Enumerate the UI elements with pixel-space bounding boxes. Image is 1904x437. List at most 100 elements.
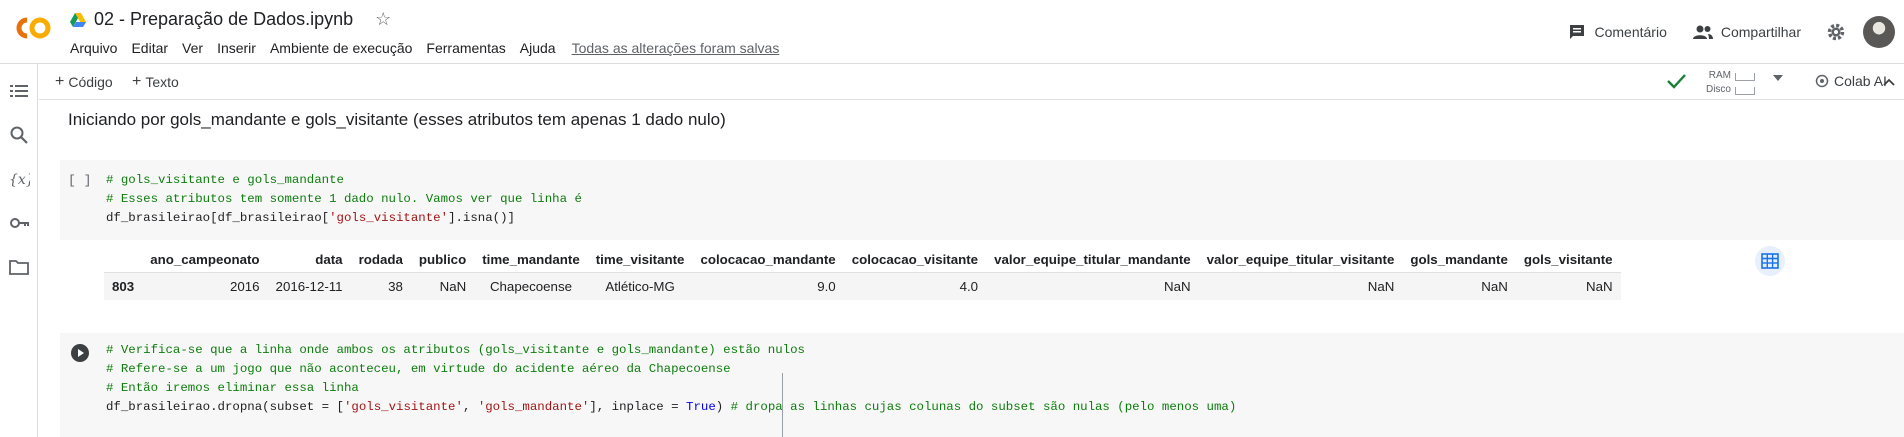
text-cursor <box>782 373 783 437</box>
column-header <box>104 248 143 273</box>
table-cell: 2016-12-11 <box>267 272 351 300</box>
ram-usage-bar <box>1735 73 1755 81</box>
variables-icon[interactable]: {x} <box>8 168 30 190</box>
code-token: ) <box>715 400 731 414</box>
colab-ai-label: Colab AI <box>1834 73 1887 89</box>
colab-ai-button[interactable]: Colab AI <box>1815 73 1887 89</box>
share-label: Compartilhar <box>1720 24 1801 40</box>
table-row: 803 2016 2016-12-11 38 NaN Chapecoense A… <box>104 272 1621 300</box>
code-line: # Verifica-se que a linha onde ambos os … <box>106 343 805 357</box>
column-header: time_visitante <box>587 248 693 273</box>
menu-item-ver[interactable]: Ver <box>182 40 203 56</box>
column-header: valor_equipe_titular_visitante <box>1198 248 1403 273</box>
execution-indicator[interactable]: [ ] <box>68 173 91 188</box>
google-drive-icon[interactable] <box>70 12 86 27</box>
code-token: ].isna()] <box>448 211 515 225</box>
plus-icon: + <box>55 73 65 90</box>
column-header: ano_campeonato <box>142 248 268 273</box>
svg-text:{x}: {x} <box>9 172 30 188</box>
table-cell: 4.0 <box>843 272 987 300</box>
code-line: # gols_visitante e gols_mandante <box>106 173 344 187</box>
row-index: 803 <box>104 272 143 300</box>
plus-icon: + <box>132 73 142 90</box>
code-cell-2[interactable]: # Verifica-se que a linha onde ambos os … <box>60 333 1904 437</box>
top-bar: 02 - Preparação de Dados.ipynb ☆ Arquivo… <box>0 0 1904 64</box>
table-cell: 38 <box>350 272 411 300</box>
resource-labels: RAM Disco <box>1699 69 1731 97</box>
share-button[interactable]: Compartilhar <box>1692 24 1801 40</box>
table-cell: NaN <box>1402 272 1516 300</box>
code-line: # Refere-se a um jogo que não aconteceu,… <box>106 362 731 376</box>
share-people-icon <box>1692 25 1713 39</box>
table-cell: 2016 <box>142 272 268 300</box>
column-header: gols_mandante <box>1402 248 1516 273</box>
secrets-key-icon[interactable] <box>8 212 30 234</box>
code-token: df_brasileirao.dropna(subset = [ <box>106 400 344 414</box>
menu-item-inserir[interactable]: Inserir <box>217 40 256 56</box>
column-header: rodada <box>350 248 411 273</box>
disk-label: Disco <box>1705 84 1731 95</box>
notebook-toolbar: + Código + Texto RAM Disco Colab AI <box>39 64 1904 100</box>
column-header: data <box>267 248 351 273</box>
table-cell: NaN <box>1515 272 1621 300</box>
disk-usage-bar <box>1735 87 1755 95</box>
runtime-dropdown-icon[interactable] <box>1773 75 1783 81</box>
table-cell: NaN <box>986 272 1199 300</box>
code-token: ], inplace = <box>589 400 687 414</box>
title-row: 02 - Preparação de Dados.ipynb ☆ <box>70 9 391 30</box>
column-header: colocacao_mandante <box>692 248 844 273</box>
column-header: publico <box>410 248 475 273</box>
top-right-actions: Comentário Compartilhar <box>1568 14 1904 50</box>
table-cell: NaN <box>410 272 475 300</box>
code-string: 'gols_visitante' <box>329 211 449 225</box>
code-comment: # dropa as linhas cujas colunas do subse… <box>730 400 1237 414</box>
code-keyword: True <box>686 400 716 414</box>
menu-item-ajuda[interactable]: Ajuda <box>520 40 556 56</box>
comment-label: Comentário <box>1594 24 1667 40</box>
chevron-up-icon[interactable] <box>1881 74 1897 90</box>
code-string: 'gols_mandante' <box>477 400 590 414</box>
left-sidebar: {x} <box>0 64 38 437</box>
menu-item-ambiente[interactable]: Ambiente de execução <box>270 40 412 56</box>
menu-item-ferramentas[interactable]: Ferramentas <box>426 40 505 56</box>
menu-item-arquivo[interactable]: Arquivo <box>70 40 117 56</box>
dataframe-table: ano_campeonato data rodada publico time_… <box>104 248 1621 300</box>
code-line: # Esses atributos tem somente 1 dado nul… <box>106 192 582 206</box>
search-icon[interactable] <box>8 124 30 146</box>
add-text-button[interactable]: + Texto <box>132 73 179 91</box>
code-token: df_brasileirao[df_brasileirao[ <box>106 211 330 225</box>
code-cell-1[interactable]: [ ] # gols_visitante e gols_mandante # E… <box>60 160 1904 240</box>
table-cell: Chapecoense <box>474 272 588 300</box>
add-text-label: Texto <box>145 74 179 90</box>
code-editor[interactable]: # gols_visitante e gols_mandante # Esses… <box>106 171 582 228</box>
table-icon <box>1761 253 1779 269</box>
add-code-label: Código <box>68 74 113 90</box>
user-avatar[interactable] <box>1863 16 1895 48</box>
code-string: 'gols_visitante' <box>343 400 463 414</box>
menu-bar: Arquivo Editar Ver Inserir Ambiente de e… <box>70 40 779 56</box>
comment-button[interactable]: Comentário <box>1568 23 1667 41</box>
add-code-button[interactable]: + Código <box>55 73 113 91</box>
code-editor[interactable]: # Verifica-se que a linha onde ambos os … <box>106 341 1236 417</box>
star-icon[interactable]: ☆ <box>375 9 391 30</box>
menu-item-editar[interactable]: Editar <box>131 40 168 56</box>
interactive-table-button[interactable] <box>1755 246 1785 276</box>
code-line: # Então iremos eliminar essa linha <box>106 381 359 395</box>
files-folder-icon[interactable] <box>8 256 30 278</box>
column-header: time_mandante <box>474 248 588 273</box>
comment-icon <box>1570 25 1585 39</box>
cell-output: ano_campeonato data rodada publico time_… <box>104 248 1621 300</box>
markdown-cell-text[interactable]: Iniciando por gols_mandante e gols_visit… <box>68 110 726 130</box>
colab-logo-icon[interactable] <box>13 14 53 42</box>
ram-label: RAM <box>1708 70 1731 81</box>
run-cell-icon[interactable] <box>70 343 90 363</box>
table-of-contents-icon[interactable] <box>8 80 30 102</box>
column-header: valor_equipe_titular_mandante <box>986 248 1199 273</box>
gear-icon[interactable] <box>1827 23 1845 41</box>
column-header: colocacao_visitante <box>843 248 987 273</box>
notebook-title[interactable]: 02 - Preparação de Dados.ipynb <box>94 9 353 30</box>
save-status[interactable]: Todas as alterações foram salvas <box>572 40 780 56</box>
table-cell: NaN <box>1198 272 1403 300</box>
table-header-row: ano_campeonato data rodada publico time_… <box>104 248 1621 273</box>
table-cell: Atlético-MG <box>587 272 693 300</box>
